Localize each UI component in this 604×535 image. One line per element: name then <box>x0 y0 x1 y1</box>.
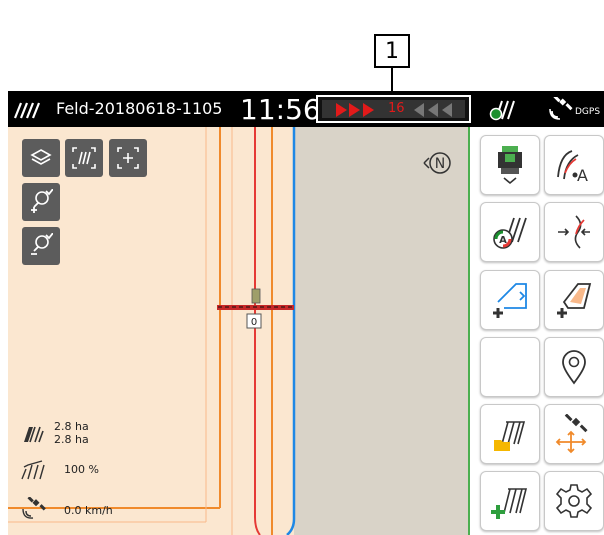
open-field-icon <box>494 421 526 451</box>
callout-number: 1 <box>385 38 399 64</box>
speed-value: 0.0 km/h <box>64 504 113 517</box>
lightbar-arrow-right-icon <box>363 103 374 117</box>
lightbar: 16 <box>316 95 471 123</box>
segment-button[interactable] <box>544 202 604 262</box>
gps-mode-label: DGPS <box>575 107 601 117</box>
zoom-out-icon <box>31 233 53 255</box>
gps-speed-icon <box>22 497 46 519</box>
area-worked: 2.8 ha <box>54 433 89 446</box>
implement-marker: 0 <box>217 288 294 329</box>
map-view[interactable]: 0 N 2.8 ha 2.8 ha 100 % 0.0 km/h <box>8 127 468 535</box>
compass-icon: N <box>423 152 451 174</box>
zoom-in-button[interactable] <box>22 183 60 221</box>
lightbar-deviation: 16 <box>388 101 405 116</box>
status-bar: Feld-20180618-1105 11:56 16 DGPS <box>8 91 604 127</box>
segment-icon <box>558 215 590 249</box>
layers-button[interactable] <box>22 139 60 177</box>
guidance-line-a-icon: A <box>557 150 588 185</box>
add-obstacle-boundary-icon <box>557 283 592 318</box>
track-line <box>254 127 261 535</box>
guidance-line-a-button[interactable]: A <box>544 135 604 195</box>
gps-satellite-icon <box>555 414 588 454</box>
area-icon <box>24 426 44 443</box>
lightbar-track: 16 <box>322 100 465 118</box>
lightbar-arrow-left-icon <box>414 103 424 117</box>
field-overlay-button[interactable]: A <box>480 202 540 262</box>
settings-button[interactable] <box>544 471 604 531</box>
zoom-field-icon <box>72 147 96 169</box>
field-name[interactable]: Feld-20180618-1105 <box>56 99 222 118</box>
new-field-icon <box>491 488 528 519</box>
north-indicator[interactable]: N <box>421 146 455 180</box>
callout-label: 1 <box>374 34 410 68</box>
svg-text:A: A <box>499 235 507 246</box>
lightbar-arrow-left-icon <box>428 103 438 117</box>
north-label: N <box>435 156 445 172</box>
zoom-field-button[interactable] <box>65 139 103 177</box>
section-width-icon <box>21 460 45 480</box>
gps-drift-button[interactable] <box>544 404 604 464</box>
settings-icon <box>556 484 592 518</box>
svg-text:A: A <box>577 166 588 185</box>
tractor-button[interactable] <box>480 135 540 195</box>
lightbar-arrow-right-icon <box>349 103 360 117</box>
field-overlay-icon: A <box>493 217 527 249</box>
center-view-icon <box>117 147 139 169</box>
add-obstacle-boundary-button[interactable] <box>544 270 604 330</box>
tractor-icon <box>498 146 522 185</box>
guidance-line <box>286 127 296 535</box>
section-width-value: 100 % <box>64 463 99 476</box>
empty-button[interactable] <box>480 337 540 397</box>
center-view-button[interactable] <box>109 139 147 177</box>
add-field-boundary-button[interactable] <box>480 270 540 330</box>
location-pin-icon <box>562 350 586 385</box>
function-panel: A A <box>468 127 604 535</box>
zoom-in-icon <box>31 189 53 213</box>
implement-section-label: 0 <box>251 317 257 328</box>
field-icon[interactable] <box>12 101 42 123</box>
field-worked-icon[interactable] <box>488 97 520 125</box>
clock: 11:56 <box>240 93 321 126</box>
open-field-button[interactable] <box>480 404 540 464</box>
callout-leader <box>391 68 393 92</box>
location-pin-button[interactable] <box>544 337 604 397</box>
lightbar-arrow-left-icon <box>442 103 452 117</box>
layers-icon <box>30 149 52 165</box>
area-total: 2.8 ha <box>54 420 89 433</box>
zoom-out-button[interactable] <box>22 227 60 265</box>
new-field-button[interactable] <box>480 471 540 531</box>
gps-satellite-icon[interactable] <box>548 95 576 125</box>
lightbar-arrow-right-icon <box>336 103 347 117</box>
add-field-boundary-icon <box>493 283 527 318</box>
